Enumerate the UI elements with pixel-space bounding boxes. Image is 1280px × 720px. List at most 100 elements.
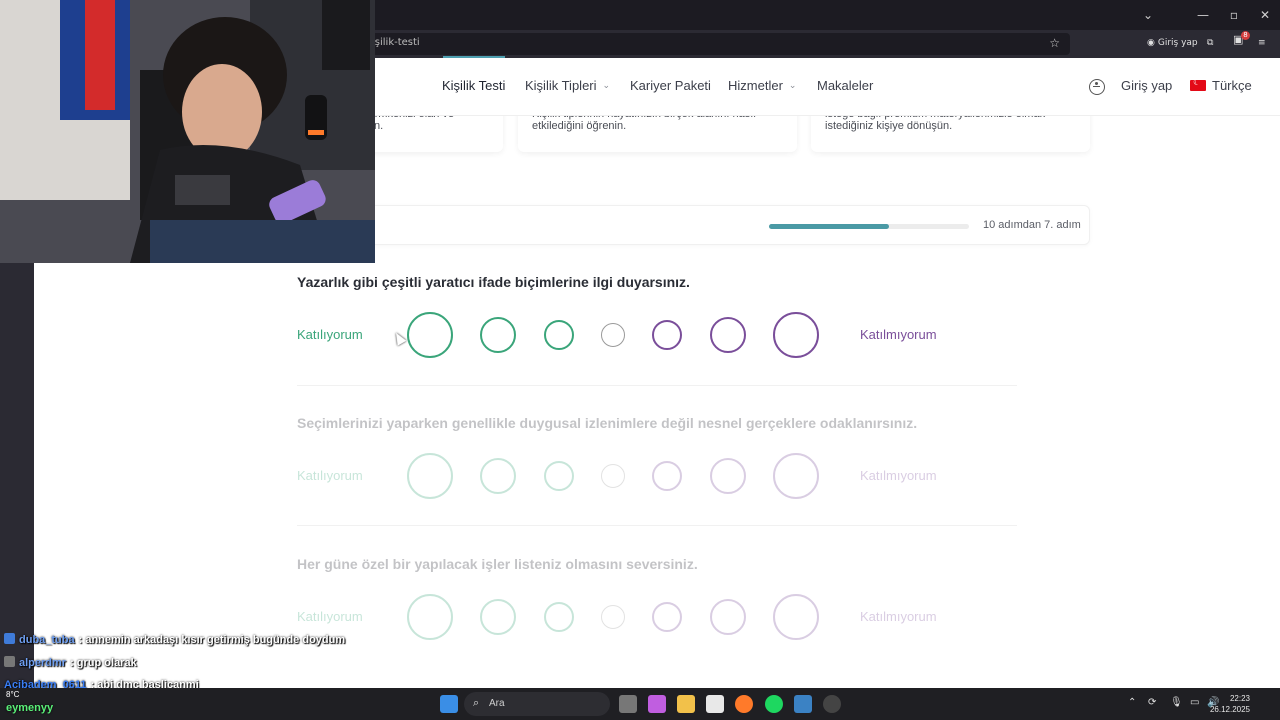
windows-start-icon[interactable] bbox=[440, 695, 458, 713]
tray-chevron-icon[interactable]: ⌃ bbox=[1128, 697, 1136, 708]
nav-item-hizmetler[interactable]: Hizmetler ⌄ bbox=[728, 78, 796, 93]
answer-scale: Katılıyorum Katılmıyorum bbox=[297, 593, 1017, 653]
nav-item-label: Makaleler bbox=[817, 78, 874, 93]
chat-text: : grup olarak bbox=[70, 657, 137, 669]
answer-option-5[interactable] bbox=[652, 461, 682, 491]
answer-option-5[interactable] bbox=[652, 602, 682, 632]
answer-option-7[interactable] bbox=[773, 453, 819, 499]
search-icon: ⌕ bbox=[473, 696, 480, 709]
photos-icon[interactable] bbox=[794, 695, 812, 713]
accessibility-icon[interactable] bbox=[1089, 79, 1105, 95]
webcam-image bbox=[0, 0, 375, 263]
network-icon[interactable]: ▭ bbox=[1190, 697, 1199, 708]
taskbar-search[interactable]: ⌕ Ara bbox=[464, 692, 610, 716]
extensions-icon[interactable]: ⧉ bbox=[1207, 33, 1221, 53]
nav-item-label: Hizmetler bbox=[728, 78, 783, 93]
nav-item-label: Kariyer Paketi bbox=[630, 78, 711, 93]
firefox-icon[interactable] bbox=[735, 695, 753, 713]
minimize-button[interactable]: — bbox=[1186, 0, 1220, 30]
disagree-label: Katılmıyorum bbox=[860, 468, 937, 483]
agree-label: Katılıyorum bbox=[297, 327, 363, 342]
card-line: istediğiniz kişiye dönüşün. bbox=[825, 120, 953, 132]
file-explorer-icon[interactable] bbox=[677, 695, 695, 713]
answer-option-6[interactable] bbox=[710, 458, 746, 494]
disagree-label: Katılmıyorum bbox=[860, 327, 937, 342]
stream-side-panel bbox=[0, 263, 34, 688]
progress-card: 10 adımdan 7. adım bbox=[360, 205, 1090, 245]
taskbar: 8°C eymenyy ⌕ Ara ⌃ ⟳ 🎙 ▭ 🔊 22:23 26.12.… bbox=[0, 688, 1280, 720]
search-label: Ara bbox=[489, 698, 505, 709]
nav-item-kariyer-paketi[interactable]: Kariyer Paketi bbox=[630, 78, 711, 93]
question-text: Seçimlerinizi yaparken genellikle duygus… bbox=[297, 415, 918, 431]
card-line: n. bbox=[374, 120, 384, 132]
answer-scale: Katılıyorum Katılmıyorum bbox=[297, 452, 1017, 512]
maximize-button[interactable]: ▫ bbox=[1217, 0, 1251, 30]
progress-track bbox=[769, 224, 969, 229]
question-divider bbox=[297, 525, 1017, 526]
answer-option-2[interactable] bbox=[480, 458, 516, 494]
address-bar[interactable]: işilik-testi ☆ bbox=[360, 33, 1070, 55]
microphone-icon[interactable]: 🎙 bbox=[1170, 697, 1183, 708]
badge-icon bbox=[4, 633, 15, 644]
account-icon: ◉ bbox=[1147, 38, 1155, 48]
login-label: Giriş yap bbox=[1121, 78, 1173, 93]
answer-option-1[interactable] bbox=[407, 594, 453, 640]
task-view-icon[interactable] bbox=[619, 695, 637, 713]
answer-option-3[interactable] bbox=[544, 461, 574, 491]
obs-icon[interactable] bbox=[823, 695, 841, 713]
disagree-label: Katılmıyorum bbox=[860, 609, 937, 624]
spotify-icon[interactable] bbox=[765, 695, 783, 713]
store-icon[interactable] bbox=[706, 695, 724, 713]
answer-option-2[interactable] bbox=[480, 599, 516, 635]
language-selector[interactable]: Türkçe bbox=[1190, 77, 1252, 93]
webcam-overlay bbox=[0, 0, 375, 263]
card-line: etkilediğini öğrenin. bbox=[532, 120, 627, 132]
answer-option-6[interactable] bbox=[710, 317, 746, 353]
clock-time: 22:23 bbox=[1229, 694, 1250, 703]
chat-message: duba_tuba: annemin arkadaşı kısır getirm… bbox=[4, 633, 345, 646]
addon-badge-count: 8 bbox=[1241, 31, 1250, 40]
clock[interactable]: 22:23 26.12.2025 bbox=[1210, 693, 1250, 715]
answer-option-6[interactable] bbox=[710, 599, 746, 635]
question-text: Her güne özel bir yapılacak işler listen… bbox=[297, 556, 698, 572]
chevron-down-icon: ⌄ bbox=[602, 80, 611, 90]
answer-option-4[interactable] bbox=[601, 464, 625, 488]
sync-icon[interactable]: ⟳ bbox=[1148, 697, 1156, 708]
nav-item-kisilik-tipleri[interactable]: Kişilik Tipleri ⌄ bbox=[525, 78, 610, 93]
clock-date: 26.12.2025 bbox=[1209, 705, 1250, 714]
answer-option-1[interactable] bbox=[407, 453, 453, 499]
close-window-button[interactable]: ✕ bbox=[1248, 0, 1280, 30]
tab-list-chevron-icon[interactable]: ⌄ bbox=[1131, 0, 1165, 30]
answer-option-4[interactable] bbox=[601, 605, 625, 629]
answer-option-3[interactable] bbox=[544, 602, 574, 632]
copilot-icon[interactable] bbox=[648, 695, 666, 713]
answer-option-2[interactable] bbox=[480, 317, 516, 353]
chat-text: : annemin arkadaşı kısır getirmiş bugünd… bbox=[78, 634, 346, 646]
bookmark-star-icon[interactable]: ☆ bbox=[1049, 36, 1060, 50]
answer-option-7[interactable] bbox=[773, 594, 819, 640]
login-link[interactable]: Giriş yap bbox=[1121, 78, 1172, 93]
question-divider bbox=[297, 385, 1017, 386]
browser-signin-button[interactable]: ◉ Giriş yap bbox=[1143, 33, 1199, 53]
answer-option-5[interactable] bbox=[652, 320, 682, 350]
progress-fill bbox=[769, 224, 889, 229]
nav-item-label: Kişilik Tipleri bbox=[525, 78, 597, 93]
nav-item-makaleler[interactable]: Makaleler bbox=[817, 78, 873, 93]
answer-option-3[interactable] bbox=[544, 320, 574, 350]
answer-option-7[interactable] bbox=[773, 312, 819, 358]
menu-hamburger-icon[interactable]: ≡ bbox=[1258, 33, 1272, 53]
chat-username: alperdmr bbox=[19, 657, 67, 669]
answer-option-4[interactable] bbox=[601, 323, 625, 347]
streamer-name: eymenyy bbox=[6, 702, 54, 714]
question-text: Yazarlık gibi çeşitli yaratıcı ifade biç… bbox=[297, 274, 690, 290]
chat-message: alperdmr: grup olarak bbox=[4, 656, 137, 669]
addon-badge-icon[interactable]: ▣ 8 bbox=[1233, 31, 1250, 47]
agree-label: Katılıyorum bbox=[297, 609, 363, 624]
browser-signin-label: Giriş yap bbox=[1157, 38, 1198, 48]
answer-option-1[interactable] bbox=[407, 312, 453, 358]
badge-icon bbox=[4, 656, 15, 667]
weather-text: 8°C bbox=[6, 690, 20, 699]
url-text: işilik-testi bbox=[372, 37, 420, 48]
nav-item-kisilik-testi[interactable]: Kişilik Testi bbox=[442, 78, 505, 93]
chevron-down-icon: ⌄ bbox=[788, 80, 797, 90]
